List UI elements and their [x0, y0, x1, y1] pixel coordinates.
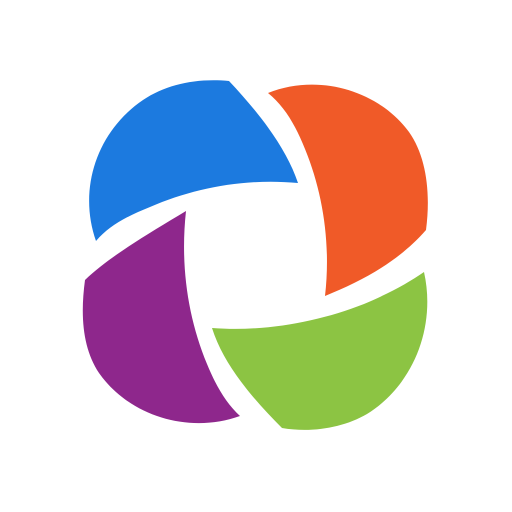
swirl-logo-icon: [82, 80, 428, 430]
purple-petal-icon: [82, 211, 240, 424]
blue-petal-icon: [89, 80, 298, 241]
orange-petal-icon: [268, 84, 428, 297]
canvas: [0, 0, 512, 512]
green-petal-icon: [212, 272, 428, 430]
